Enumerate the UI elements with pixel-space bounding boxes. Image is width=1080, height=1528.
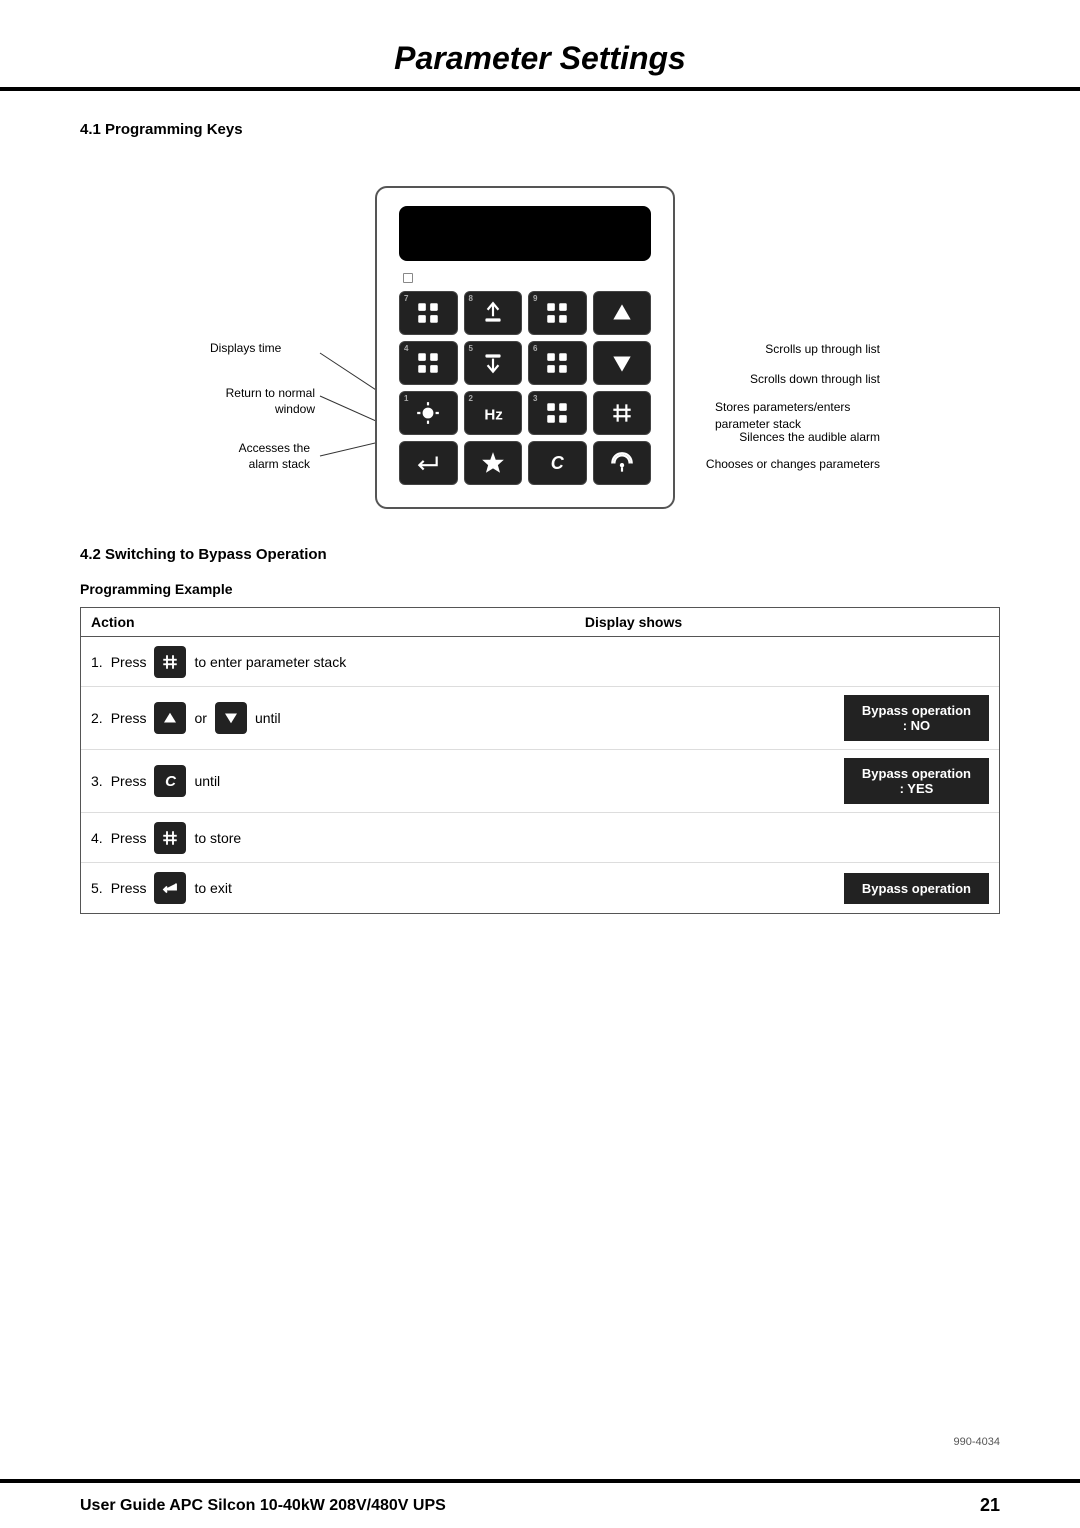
display-col-5: Bypass operation	[585, 873, 989, 904]
row4-press: Press	[111, 830, 147, 846]
page-footer: User Guide APC Silcon 10-40kW 208V/480V …	[0, 1479, 1080, 1528]
row2-or: or	[194, 710, 206, 726]
row4-text: to store	[194, 830, 241, 846]
key-3[interactable]: 3	[528, 391, 587, 435]
key-up[interactable]	[593, 291, 652, 335]
key-5[interactable]: 5	[464, 341, 523, 385]
action-col-4: 4. Press to store	[91, 822, 585, 854]
row4-number: 4.	[91, 830, 103, 846]
diagram-area: Displays time Return to normal window Ac…	[80, 156, 1000, 516]
display-col-2: Bypass operation: NO	[585, 695, 989, 741]
keypad-device: 7 8 9	[375, 186, 675, 509]
row2-press: Press	[111, 710, 147, 726]
action-col-3: 3. Press C until	[91, 765, 585, 797]
row4-key-grid[interactable]	[154, 822, 186, 854]
row2-key-down[interactable]	[215, 702, 247, 734]
annotation-scrolls-up: Scrolls up through list	[765, 341, 880, 358]
row3-press: Press	[111, 773, 147, 789]
table-row: 4. Press to store	[81, 813, 999, 863]
section-41: 4.1 Programming Keys Displays time Retur…	[80, 121, 1000, 516]
action-col-5: 5. Press to exit	[91, 872, 585, 904]
key-7[interactable]: 7	[399, 291, 458, 335]
row2-number: 2.	[91, 710, 103, 726]
doc-number: 990-4034	[954, 1436, 1001, 1448]
page-title: Parameter Settings	[60, 40, 1020, 77]
keypad-grid: 7 8 9	[399, 291, 651, 485]
programming-table: Action Display shows 1. Press	[80, 607, 1000, 914]
row3-text: until	[194, 773, 220, 789]
action-col-2: 2. Press or until	[91, 702, 585, 734]
footer-page: 21	[980, 1495, 1000, 1516]
keypad-led-row	[399, 273, 651, 283]
row3-number: 3.	[91, 773, 103, 789]
row3-key-c[interactable]: C	[154, 765, 186, 797]
row5-press: Press	[111, 880, 147, 896]
table-row: 5. Press to exit Bypass operation	[81, 863, 999, 913]
row1-text: to enter parameter stack	[194, 654, 346, 670]
row1-key-grid[interactable]	[154, 646, 186, 678]
table-header: Action Display shows	[81, 608, 999, 637]
keypad-outer: 7 8 9	[375, 186, 675, 509]
key-down[interactable]	[593, 341, 652, 385]
display-col-3: Bypass operation: YES	[585, 758, 989, 804]
key-enter[interactable]	[399, 441, 458, 485]
keypad-display	[399, 206, 651, 261]
annotation-silences-alarm: Silences the audible alarm	[739, 429, 880, 446]
key-6[interactable]: 6	[528, 341, 587, 385]
annotation-scrolls-down: Scrolls down through list	[750, 371, 880, 388]
key-alarm[interactable]	[593, 441, 652, 485]
key-1[interactable]: 1	[399, 391, 458, 435]
key-c[interactable]: C	[528, 441, 587, 485]
table-row: 2. Press or until Bypass operatio	[81, 687, 999, 750]
annotation-return-normal: Return to normal window	[195, 386, 315, 417]
annotation-alarm-stack: Accesses the alarm stack	[210, 441, 310, 472]
section-42-heading: 4.2 Switching to Bypass Operation	[80, 546, 1000, 563]
page-title-section: Parameter Settings	[0, 0, 1080, 91]
section-42: 4.2 Switching to Bypass Operation Progra…	[80, 546, 1000, 914]
row2-key-up[interactable]	[154, 702, 186, 734]
display-badge-bypass-final: Bypass operation	[844, 873, 989, 904]
key-store[interactable]	[593, 391, 652, 435]
table-row: 3. Press C until Bypass operation: YES	[81, 750, 999, 813]
key-2[interactable]: 2 Hz	[464, 391, 523, 435]
row5-key-enter[interactable]	[154, 872, 186, 904]
col-action-header: Action	[91, 614, 585, 630]
row2-text: until	[255, 710, 281, 726]
row1-press: Press	[111, 654, 147, 670]
display-badge-bypass-yes: Bypass operation: YES	[844, 758, 989, 804]
row1-number: 1.	[91, 654, 103, 670]
programming-example-heading: Programming Example	[80, 581, 1000, 597]
display-badge-bypass-no: Bypass operation: NO	[844, 695, 989, 741]
row5-text: to exit	[194, 880, 231, 896]
svg-text:Hz: Hz	[484, 407, 503, 424]
main-content: 4.1 Programming Keys Displays time Retur…	[0, 91, 1080, 1479]
key-4[interactable]: 4	[399, 341, 458, 385]
annotation-displays-time: Displays time	[210, 341, 281, 357]
key-star[interactable]	[464, 441, 523, 485]
key-9[interactable]: 9	[528, 291, 587, 335]
keypad-led	[403, 273, 413, 283]
footer-title: User Guide APC Silcon 10-40kW 208V/480V …	[80, 1497, 446, 1515]
annotation-chooses-changes: Chooses or changes parameters	[706, 456, 880, 473]
col-display-header: Display shows	[585, 614, 989, 630]
action-col-1: 1. Press to enter parameter stack	[91, 646, 585, 678]
key-8[interactable]: 8	[464, 291, 523, 335]
section-41-heading: 4.1 Programming Keys	[80, 121, 1000, 138]
row5-number: 5.	[91, 880, 103, 896]
table-row: 1. Press to enter parameter stack	[81, 637, 999, 687]
annotation-stores-params: Stores parameters/enters parameter stack	[715, 399, 880, 433]
